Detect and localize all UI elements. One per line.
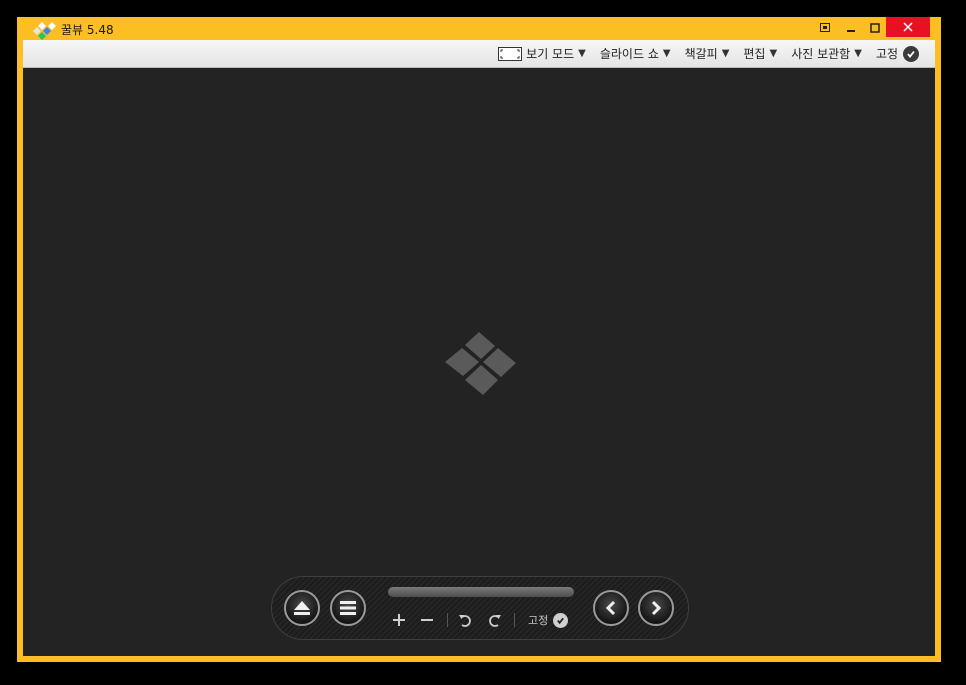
rotate-right-icon <box>488 614 501 627</box>
floating-toolbar: 고정 <box>271 576 689 640</box>
menu-view-mode[interactable]: 보기 모드 ▼ <box>498 45 586 62</box>
menu-bar: 보기 모드 ▼ 슬라이드 쇼 ▼ 책갈피 ▼ 편집 ▼ 사진 보관함 ▼ 고정 <box>23 40 935 68</box>
menu-slideshow[interactable]: 슬라이드 쇼 ▼ <box>600 45 671 62</box>
open-file-button[interactable] <box>284 590 320 626</box>
maximize-icon <box>870 22 880 33</box>
next-image-button[interactable] <box>638 590 674 626</box>
menu-view-mode-label: 보기 모드 <box>526 47 575 61</box>
caret-down-icon: ▼ <box>578 48 586 59</box>
menu-slideshow-label: 슬라이드 쇼 <box>599 47 659 61</box>
menu-pin-label: 고정 <box>875 47 898 61</box>
image-position-slider[interactable] <box>388 587 574 597</box>
toolbar-pin-toggle[interactable]: 고정 <box>528 611 569 629</box>
menu-edit-label: 편집 <box>743 47 766 61</box>
minimize-button[interactable] <box>839 17 863 38</box>
caret-down-icon: ▼ <box>854 48 862 59</box>
maximize-button[interactable] <box>863 17 887 38</box>
zoom-out-button[interactable] <box>418 611 436 629</box>
check-circle-icon <box>553 612 569 628</box>
title-bar[interactable]: 꿀뷰 5.48 <box>17 17 941 40</box>
toolbar-divider <box>514 613 515 627</box>
rotate-right-button[interactable] <box>485 611 503 629</box>
pin-icon <box>820 23 830 32</box>
previous-image-button[interactable] <box>593 590 629 626</box>
check-circle-icon <box>903 45 919 62</box>
caret-down-icon: ▼ <box>769 48 778 59</box>
menu-photo-library-label: 사진 보관함 <box>791 47 851 61</box>
menu-pin-toggle[interactable]: 고정 <box>876 45 919 62</box>
chevron-left-icon <box>605 600 616 616</box>
minus-icon <box>421 619 433 621</box>
window-title: 꿀뷰 5.48 <box>61 23 114 37</box>
rotate-left-button[interactable] <box>456 611 474 629</box>
close-button[interactable] <box>886 17 930 37</box>
eject-icon <box>294 601 310 615</box>
caret-down-icon: ▼ <box>662 48 671 59</box>
toolbar-pin-label: 고정 <box>528 614 549 627</box>
menu-bookmark[interactable]: 책갈피 ▼ <box>685 45 730 62</box>
menu-edit[interactable]: 편집 ▼ <box>743 45 777 62</box>
chevron-right-icon <box>651 600 662 616</box>
zoom-in-button[interactable] <box>390 611 408 629</box>
menu-photo-library[interactable]: 사진 보관함 ▼ <box>791 45 862 62</box>
minimize-icon <box>847 29 855 32</box>
hamburger-menu-icon <box>340 601 356 615</box>
app-watermark-logo-icon <box>445 332 516 395</box>
image-viewer-area[interactable]: 고정 <box>23 68 935 656</box>
app-logo-icon <box>33 22 56 40</box>
close-icon <box>903 22 913 32</box>
frame-icon <box>498 46 523 61</box>
rotate-left-icon <box>458 614 471 627</box>
pin-window-button[interactable] <box>814 17 836 38</box>
main-menu-button[interactable] <box>330 590 366 626</box>
app-window: 꿀뷰 5.48 보기 모드 ▼ 슬라이드 쇼 ▼ 책갈피 ▼ 편집 ▼ 사진 보… <box>17 17 941 662</box>
menu-bookmark-label: 책갈피 <box>684 47 718 61</box>
plus-icon <box>393 614 405 626</box>
toolbar-divider <box>447 613 448 627</box>
caret-down-icon: ▼ <box>721 48 730 59</box>
